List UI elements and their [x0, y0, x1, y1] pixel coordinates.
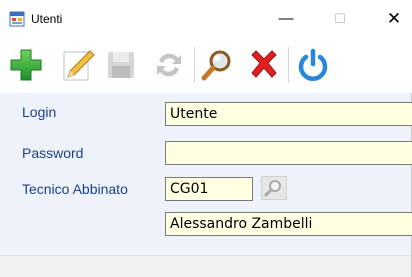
maximize-button[interactable]: ☐	[317, 0, 363, 37]
utenti-window: Utenti — ☐ ✕ Login Utente Password Tecni…	[0, 0, 412, 277]
close-window-button[interactable]: ✕	[371, 0, 412, 37]
password-field[interactable]	[165, 141, 412, 165]
password-label: Password	[22, 145, 84, 161]
tecnico-abbinato-label: Tecnico Abbinato	[22, 181, 128, 197]
refresh-icon[interactable]	[151, 47, 187, 83]
toolbar	[0, 37, 412, 93]
search-icon	[264, 180, 281, 197]
app-icon	[9, 11, 25, 27]
minimize-button[interactable]: —	[263, 0, 309, 37]
save-icon[interactable]	[103, 47, 139, 83]
tecnico-name-field: Alessandro Zambelli	[165, 212, 412, 236]
tecnico-lookup-button[interactable]	[261, 176, 287, 200]
power-icon[interactable]	[295, 47, 331, 83]
delete-icon[interactable]	[246, 47, 282, 83]
status-bar	[0, 255, 411, 277]
toolbar-separator	[288, 47, 289, 83]
edit-icon[interactable]	[60, 47, 96, 83]
window-title: Utenti	[31, 12, 63, 26]
search-icon[interactable]	[199, 47, 235, 83]
user-form-panel: Login Utente Password Tecnico Abbinato C…	[0, 93, 412, 255]
add-icon[interactable]	[8, 47, 44, 83]
login-label: Login	[22, 104, 57, 120]
title-bar: Utenti — ☐ ✕	[0, 0, 412, 37]
tecnico-code-field[interactable]: CG01	[165, 177, 253, 201]
login-field[interactable]: Utente	[165, 102, 412, 126]
toolbar-separator	[194, 47, 195, 83]
